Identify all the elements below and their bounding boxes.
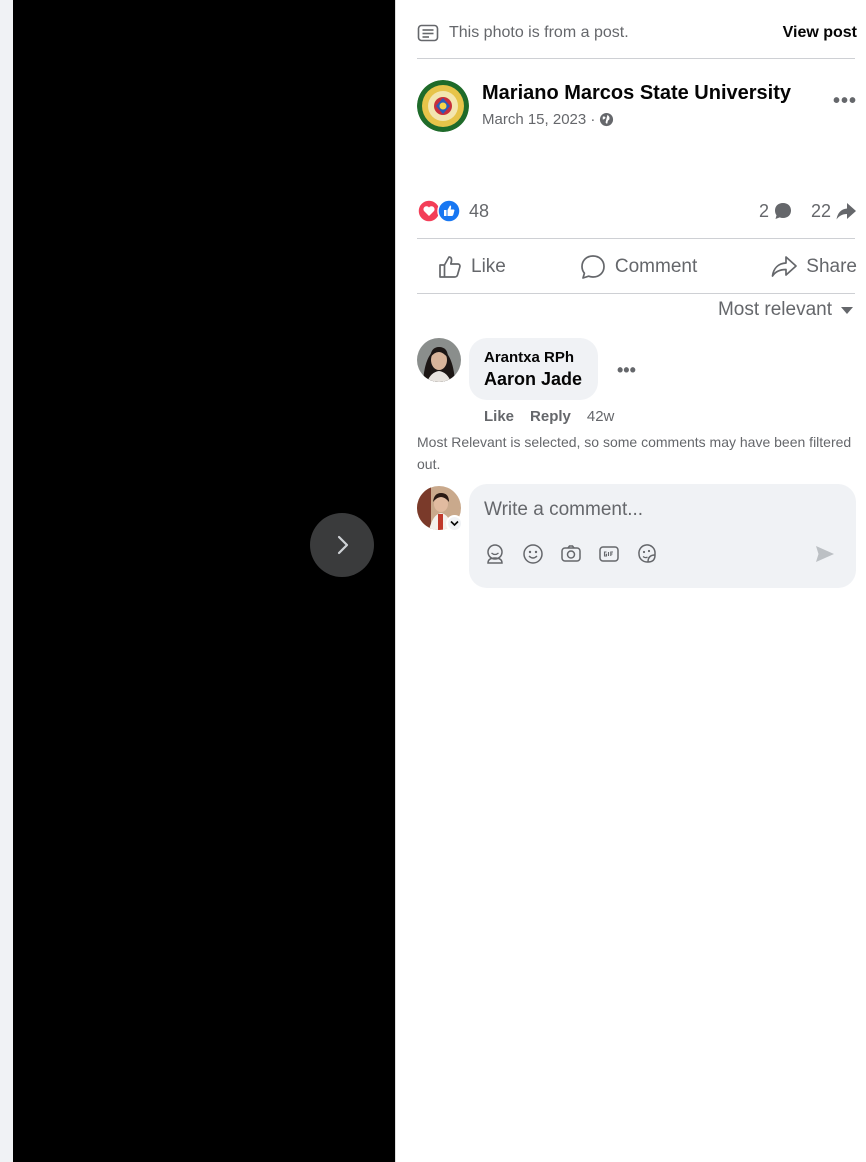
like-reaction-icon [437, 199, 461, 223]
comment-button[interactable]: Comment [579, 253, 697, 281]
post-meta: March 15, 2023 · [482, 111, 614, 128]
comment-more-button[interactable]: ••• [617, 360, 636, 381]
view-post-link[interactable]: View post [783, 24, 857, 42]
share-arrow-icon [836, 203, 856, 220]
divider [417, 58, 855, 59]
post-icon [417, 24, 439, 42]
gif-button[interactable] [597, 542, 621, 566]
divider [417, 238, 855, 239]
globe-icon [600, 112, 614, 127]
avatar-sticker-icon [487, 544, 503, 564]
emoji-icon [523, 544, 543, 564]
user-photo-icon [417, 338, 461, 382]
reaction-bar: 48 2 22 [417, 196, 857, 226]
comment-box [469, 484, 856, 588]
thumb-up-icon [439, 256, 461, 278]
post-header: Mariano Marcos State University March 15… [417, 80, 857, 136]
comment-like-link[interactable]: Like [484, 408, 514, 425]
send-icon [816, 546, 834, 562]
comment-composer [417, 484, 857, 588]
comment-input[interactable] [484, 498, 834, 522]
commenter-name[interactable]: Arantxa RPh [484, 349, 582, 366]
comment-time[interactable]: 42w [587, 408, 615, 425]
emoji-button[interactable] [521, 542, 545, 566]
share-button[interactable]: Share [770, 254, 857, 280]
comment-bubble-icon [774, 203, 791, 219]
caret-down-icon [841, 307, 853, 314]
photo-viewer [13, 0, 395, 1162]
like-button[interactable]: Like [437, 254, 506, 280]
comment-bubble: Arantxa RPh Aaron Jade [469, 338, 599, 400]
commenter-avatar[interactable] [417, 338, 461, 382]
comment-actions: Like Reply 42w [484, 408, 614, 425]
reaction-summary[interactable]: 48 [417, 199, 489, 223]
comment-sort-dropdown[interactable]: Most relevant [718, 299, 854, 321]
profile-switch-button[interactable] [446, 515, 463, 532]
divider [417, 293, 855, 294]
comment-count[interactable]: 2 [759, 201, 793, 222]
share-count[interactable]: 22 [811, 201, 857, 222]
post-banner: This photo is from a post. View post [417, 16, 857, 50]
gif-icon [599, 546, 619, 562]
next-photo-button[interactable] [310, 513, 374, 577]
reaction-count: 48 [469, 200, 490, 221]
share-icon [771, 256, 798, 277]
avatar-sticker-button[interactable] [483, 542, 507, 566]
comment-reply-link[interactable]: Reply [530, 408, 571, 425]
composer-tools [483, 542, 659, 566]
chevron-right-icon [337, 535, 349, 555]
background-strip [0, 0, 13, 1162]
comment-text[interactable]: Aaron Jade [484, 369, 582, 390]
post-author-name[interactable]: Mariano Marcos State University [482, 82, 791, 105]
sticker-button[interactable] [635, 542, 659, 566]
camera-icon [561, 545, 581, 562]
post-date[interactable]: March 15, 2023 · [482, 111, 595, 128]
comment-icon [581, 255, 605, 279]
banner-text: This photo is from a post. [449, 24, 629, 41]
university-seal-icon [417, 80, 469, 132]
page: This photo is from a post. View post Mar… [0, 0, 866, 1162]
photo-button[interactable] [559, 542, 583, 566]
sticker-icon [638, 544, 656, 563]
send-button[interactable] [814, 544, 836, 569]
filter-note: Most Relevant is selected, so some comme… [417, 434, 852, 472]
action-bar: Like Comment Share [417, 247, 857, 287]
chevron-down-icon [450, 520, 459, 527]
page-avatar[interactable] [417, 80, 469, 132]
post-panel: This photo is from a post. View post Mar… [395, 0, 866, 1162]
post-more-button[interactable]: ••• [833, 90, 857, 113]
